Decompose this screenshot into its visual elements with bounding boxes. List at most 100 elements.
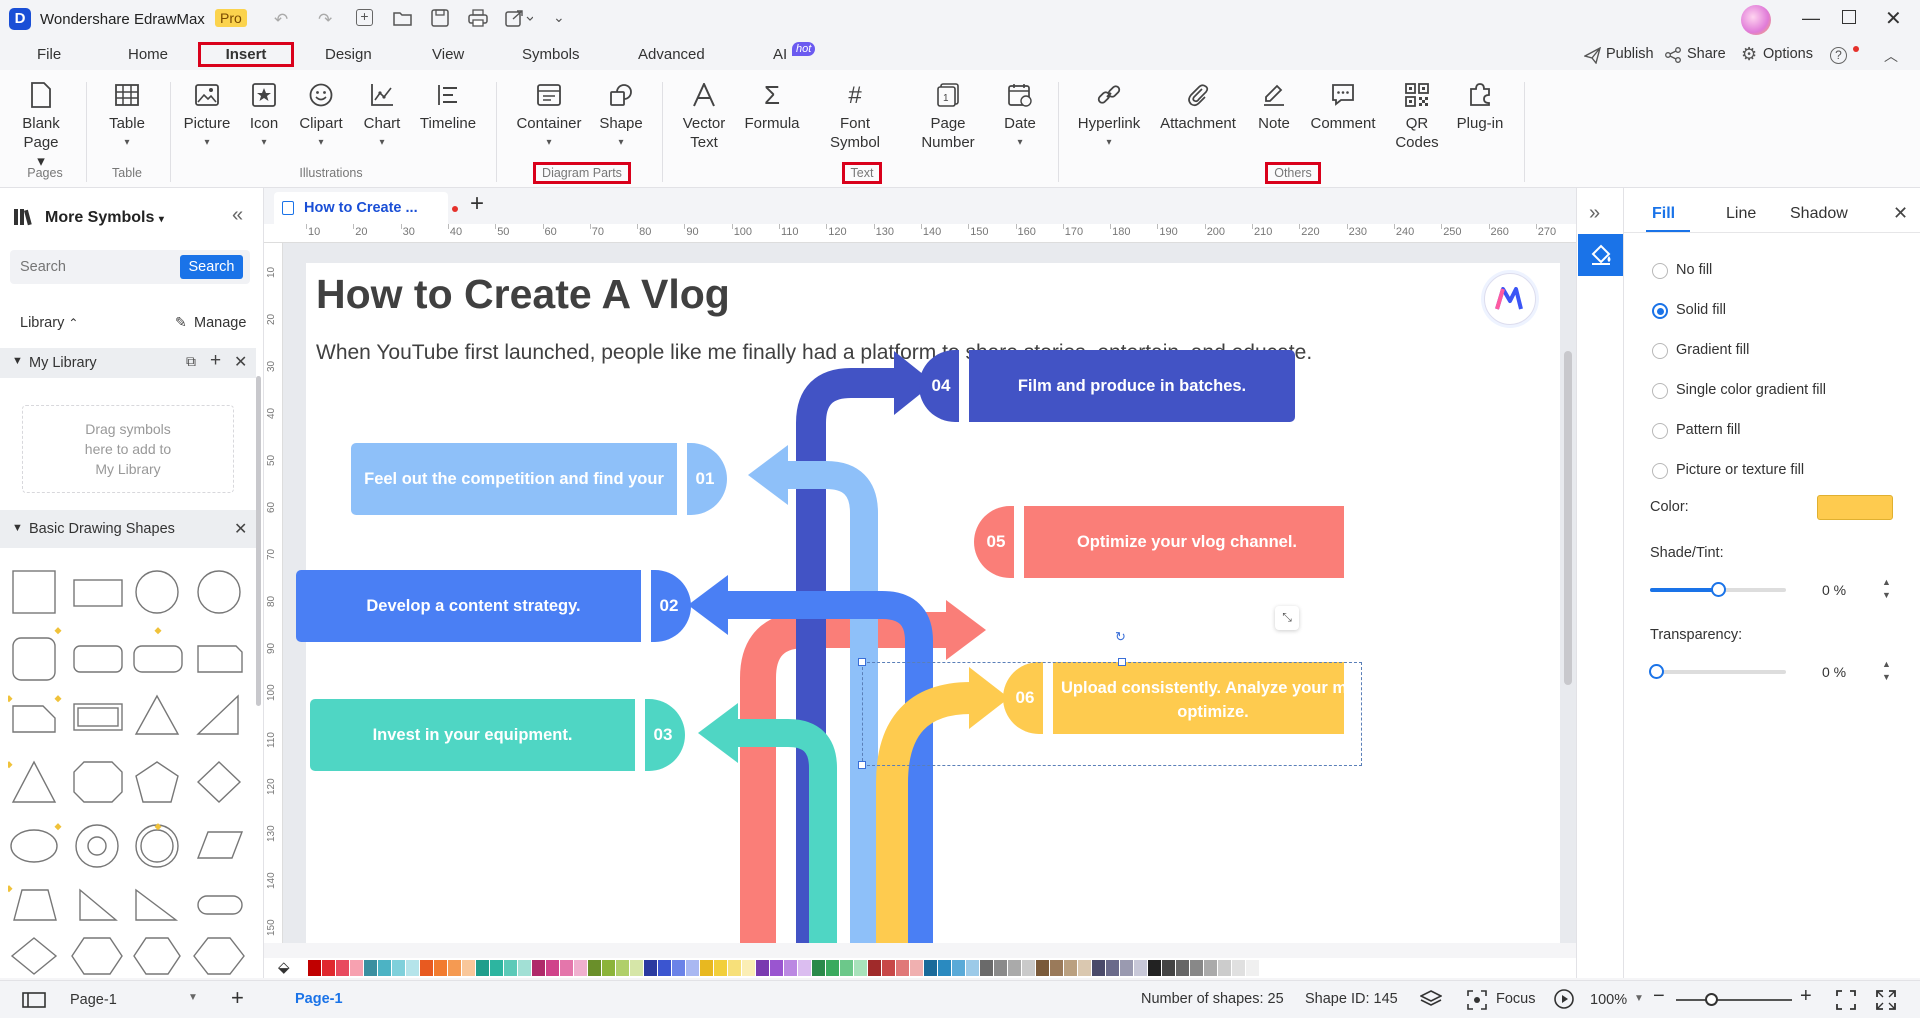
open-folder-icon[interactable]: [393, 10, 413, 27]
color-swatch[interactable]: [1218, 960, 1231, 976]
step-01-box[interactable]: Feel out the competition and find your n…: [351, 443, 677, 560]
plugin-button[interactable]: Plug-in: [1452, 80, 1508, 133]
pattern-fill-radio[interactable]: [1652, 423, 1668, 439]
focus-button[interactable]: Focus: [1496, 991, 1536, 1007]
doc-tab[interactable]: How to Create ...: [274, 192, 458, 224]
step-04-box[interactable]: Film and produce in batches.: [969, 350, 1295, 422]
color-swatch[interactable]: [336, 960, 349, 976]
qr-codes-button[interactable]: QR Codes: [1392, 80, 1442, 152]
gradient-fill-radio[interactable]: [1652, 343, 1668, 359]
color-swatch[interactable]: [1120, 960, 1133, 976]
color-swatch[interactable]: [630, 960, 643, 976]
color-swatch[interactable]: [966, 960, 979, 976]
shape-button[interactable]: Shape ▾: [598, 80, 644, 152]
table-button[interactable]: Table ▾: [104, 80, 150, 152]
save-icon[interactable]: [431, 9, 449, 27]
color-swatch[interactable]: [784, 960, 797, 976]
color-swatch[interactable]: [1817, 495, 1893, 520]
add-icon[interactable]: +: [210, 350, 221, 372]
color-swatch[interactable]: [546, 960, 559, 976]
page-selector[interactable]: Page-1 ▼: [60, 987, 210, 1013]
collapse-panel-icon[interactable]: «: [232, 204, 243, 227]
manage-button[interactable]: Manage: [194, 315, 246, 331]
color-swatch[interactable]: [1134, 960, 1147, 976]
collapse-ribbon-icon[interactable]: ︿: [1884, 46, 1898, 66]
search-button[interactable]: Search: [180, 255, 243, 279]
color-swatch[interactable]: [896, 960, 909, 976]
color-swatch[interactable]: [392, 960, 405, 976]
color-swatch[interactable]: [910, 960, 923, 976]
comment-button[interactable]: Comment: [1306, 80, 1380, 133]
color-swatch[interactable]: [490, 960, 503, 976]
blank-page-button[interactable]: Blank Page ▾: [18, 80, 64, 171]
minimize-icon[interactable]: —: [1802, 8, 1820, 29]
picture-fill-radio[interactable]: [1652, 463, 1668, 479]
step-05-box[interactable]: Optimize your vlog channel.: [1024, 506, 1344, 578]
color-swatch[interactable]: [588, 960, 601, 976]
color-swatch[interactable]: [322, 960, 335, 976]
color-swatch[interactable]: [1246, 960, 1259, 976]
color-swatch[interactable]: [826, 960, 839, 976]
add-page-icon[interactable]: +: [231, 985, 244, 1011]
transparency-slider[interactable]: [1649, 664, 1786, 679]
tab-home[interactable]: Home: [128, 46, 168, 63]
color-swatch[interactable]: [994, 960, 1007, 976]
active-page-tab[interactable]: Page-1: [295, 991, 343, 1007]
color-swatch[interactable]: [728, 960, 741, 976]
timeline-button[interactable]: Timeline: [414, 80, 482, 133]
play-icon[interactable]: [1554, 989, 1574, 1009]
color-swatch[interactable]: [602, 960, 615, 976]
zoom-slider-knob[interactable]: [1704, 993, 1718, 1006]
color-swatch[interactable]: [448, 960, 461, 976]
tab-fill[interactable]: Fill: [1652, 205, 1675, 223]
color-swatch[interactable]: [756, 960, 769, 976]
step-03-box[interactable]: Invest in your equipment.: [310, 699, 635, 771]
tab-file[interactable]: File: [37, 46, 61, 63]
selection-frame[interactable]: [862, 662, 1362, 766]
color-swatch[interactable]: [462, 960, 475, 976]
my-library-header[interactable]: ▼ My Library ⧉ + ✕: [0, 348, 256, 378]
color-swatch[interactable]: [658, 960, 671, 976]
font-symbol-button[interactable]: # Font Symbol: [820, 80, 890, 152]
fullscreen-icon[interactable]: [1875, 989, 1897, 1011]
tab-design[interactable]: Design: [325, 46, 372, 63]
tab-ai[interactable]: AI: [773, 46, 787, 63]
shade-slider[interactable]: [1650, 582, 1786, 597]
basic-shapes-grid[interactable]: [8, 566, 248, 976]
picture-button[interactable]: Picture ▾: [182, 80, 232, 152]
color-swatch[interactable]: [798, 960, 811, 976]
diagram-page[interactable]: How to Create A Vlog When YouTube first …: [296, 263, 1560, 943]
new-file-icon[interactable]: +: [356, 9, 373, 26]
transparency-slider-knob[interactable]: [1649, 664, 1664, 679]
color-swatch[interactable]: [840, 960, 853, 976]
color-swatch[interactable]: [882, 960, 895, 976]
step-02-badge[interactable]: 02: [651, 570, 691, 642]
page-number-button[interactable]: 1 Page Number: [916, 80, 980, 152]
color-swatch[interactable]: [644, 960, 657, 976]
color-swatch[interactable]: [854, 960, 867, 976]
fit-page-icon[interactable]: [1836, 990, 1856, 1010]
step-01-badge[interactable]: 01: [687, 443, 727, 515]
panel-title[interactable]: More Symbols ▾: [45, 209, 164, 227]
shade-slider-knob[interactable]: [1711, 582, 1726, 597]
attachment-button[interactable]: Attachment: [1156, 80, 1240, 133]
clipart-button[interactable]: Clipart ▾: [296, 80, 346, 152]
close-panel-icon[interactable]: ✕: [1893, 203, 1908, 224]
note-button[interactable]: Note: [1252, 80, 1296, 133]
options-button[interactable]: Options: [1763, 46, 1813, 62]
color-swatch[interactable]: [770, 960, 783, 976]
zoom-in-icon[interactable]: +: [1800, 985, 1812, 1008]
zoom-slider[interactable]: [1676, 993, 1792, 1006]
formula-button[interactable]: Σ Formula: [742, 80, 802, 133]
color-swatch[interactable]: [1092, 960, 1105, 976]
color-swatch[interactable]: [980, 960, 993, 976]
close-icon[interactable]: ✕: [234, 519, 247, 539]
color-swatch[interactable]: [686, 960, 699, 976]
color-swatch[interactable]: [308, 960, 321, 976]
new-tab-icon[interactable]: +: [470, 190, 484, 218]
color-swatch[interactable]: [1078, 960, 1091, 976]
color-swatch[interactable]: [476, 960, 489, 976]
user-avatar[interactable]: [1741, 5, 1771, 35]
color-swatch[interactable]: [1190, 960, 1203, 976]
publish-button[interactable]: Publish: [1606, 46, 1654, 62]
